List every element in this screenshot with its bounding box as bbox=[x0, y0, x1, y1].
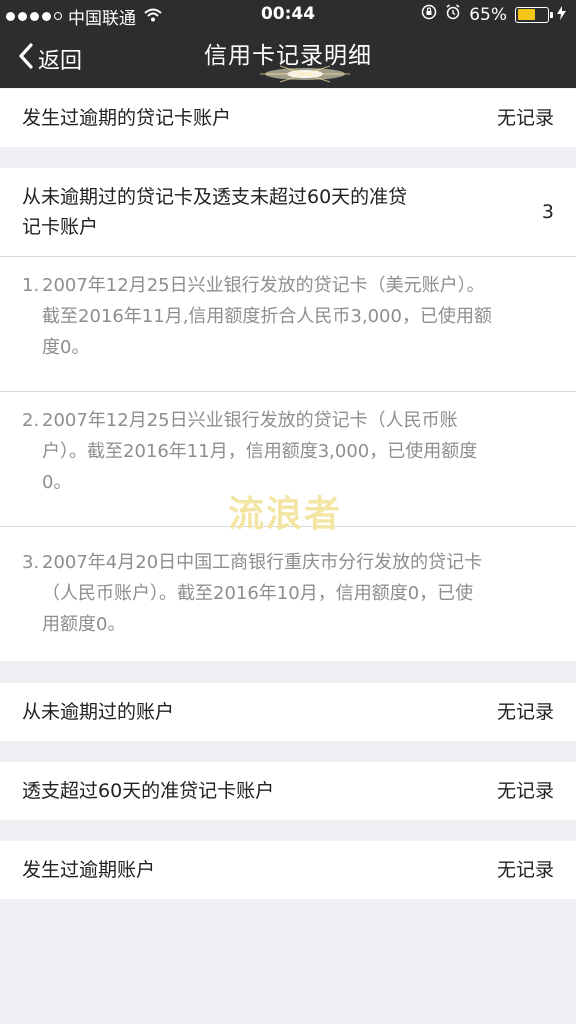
alarm-icon bbox=[445, 4, 461, 25]
overdue-accounts-section: 发生过逾期账户 无记录 bbox=[0, 841, 576, 899]
row-label: 透支超过60天的准贷记卡账户 bbox=[22, 780, 275, 802]
detail-line: 2007年12月25日兴业银行发放的贷记卡（美元账户）。 bbox=[42, 275, 485, 296]
charging-icon bbox=[557, 5, 566, 25]
row-value: 无记录 bbox=[496, 859, 554, 881]
row-label-line1: 从未逾期过的贷记卡及透支未超过60天的准贷 bbox=[22, 186, 408, 208]
list-item[interactable]: 发生过逾期的贷记卡账户 无记录 bbox=[0, 89, 576, 147]
detail-line: 用额度0。 bbox=[42, 614, 126, 635]
rotation-lock-icon bbox=[421, 4, 437, 25]
list-item[interactable]: 从未逾期过的账户 无记录 bbox=[0, 683, 576, 741]
watermark: 流浪者 bbox=[228, 494, 343, 535]
list-item: 1. 2007年12月25日兴业银行发放的贷记卡（美元账户）。 截至2016年1… bbox=[0, 257, 576, 391]
list-item[interactable]: 透支超过60天的准贷记卡账户 无记录 bbox=[0, 762, 576, 820]
detail-line: 度0。 bbox=[42, 337, 90, 358]
row-value: 无记录 bbox=[496, 701, 554, 723]
status-bar: 中国联通 00:44 65% bbox=[0, 0, 576, 30]
detail-line: 户）。截至2016年11月，信用额度3,000，已使用额度 bbox=[42, 441, 478, 462]
row-label: 发生过逾期的贷记卡账户 bbox=[22, 107, 232, 129]
row-label: 发生过逾期账户 bbox=[22, 859, 156, 881]
item-number: 1. bbox=[22, 275, 40, 296]
overdraft-60-section: 透支超过60天的准贷记卡账户 无记录 bbox=[0, 762, 576, 820]
never-overdue-accounts-section: 从未逾期过的账户 无记录 bbox=[0, 683, 576, 741]
battery-icon bbox=[515, 6, 553, 23]
list-item: 3. 2007年4月20日中国工商银行重庆市分行发放的贷记卡 （人民币账户）。截… bbox=[0, 527, 576, 661]
item-number: 2. bbox=[22, 410, 40, 431]
battery-percent: 65% bbox=[469, 4, 507, 25]
list-item[interactable]: 发生过逾期账户 无记录 bbox=[0, 841, 576, 899]
detail-item-1: 1. 2007年12月25日兴业银行发放的贷记卡（美元账户）。 截至2016年1… bbox=[0, 270, 576, 363]
detail-line: 2007年12月25日兴业银行发放的贷记卡（人民币账 bbox=[42, 410, 458, 431]
overdue-debit-card-section: 发生过逾期的贷记卡账户 无记录 bbox=[0, 89, 576, 147]
detail-line: 截至2016年11月,信用额度折合人民币3,000，已使用额 bbox=[42, 306, 492, 327]
item-number: 3. bbox=[22, 552, 40, 573]
row-value: 3 bbox=[541, 201, 554, 223]
row-label-line2: 记卡账户 bbox=[22, 216, 99, 238]
row-label: 从未逾期过的账户 bbox=[22, 701, 175, 723]
status-right: 65% bbox=[421, 4, 566, 25]
sparkle-decoration bbox=[250, 60, 360, 92]
detail-line: （人民币账户）。截至2016年10月，信用额度0，已使 bbox=[42, 583, 474, 604]
nav-bar: 返回 信用卡记录明细 bbox=[0, 30, 576, 88]
detail-line: 2007年4月20日中国工商银行重庆市分行发放的贷记卡 bbox=[42, 552, 483, 573]
row-value: 无记录 bbox=[496, 107, 554, 129]
detail-item-3: 3. 2007年4月20日中国工商银行重庆市分行发放的贷记卡 （人民币账户）。截… bbox=[0, 547, 576, 640]
list-item[interactable]: 从未逾期过的贷记卡及透支未超过60天的准贷 记卡账户 3 bbox=[0, 168, 576, 256]
row-value: 无记录 bbox=[496, 780, 554, 802]
never-overdue-section: 从未逾期过的贷记卡及透支未超过60天的准贷 记卡账户 3 1. 2007年12月… bbox=[0, 168, 576, 661]
